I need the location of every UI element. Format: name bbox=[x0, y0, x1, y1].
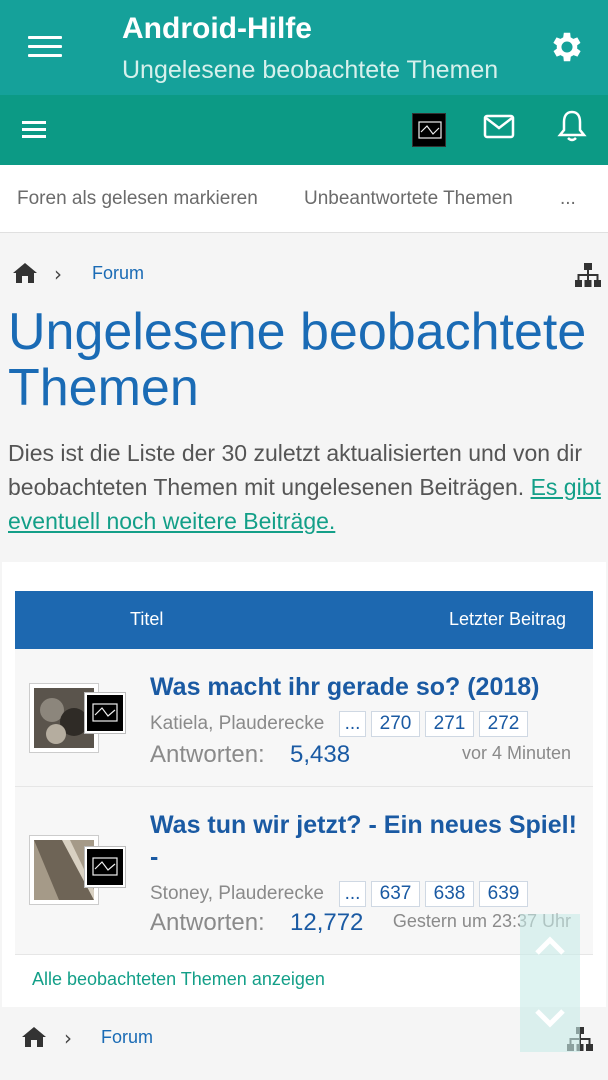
app-bar: Android-Hilfe Ungelesene beobachtete The… bbox=[0, 0, 608, 95]
app-title: Android-Hilfe bbox=[122, 12, 312, 45]
app-subtitle: Ungelesene beobachtete Themen bbox=[122, 56, 499, 84]
last-post-time[interactable]: vor 4 Minuten bbox=[462, 743, 571, 764]
thread-title-continuation[interactable]: - bbox=[150, 843, 158, 872]
thread-title[interactable]: Was tun wir jetzt? - Ein neues Spiel! bbox=[150, 811, 577, 840]
scroll-down-icon[interactable] bbox=[534, 1008, 566, 1030]
answers-label: Antworten: bbox=[150, 909, 265, 936]
nav-menu-button[interactable] bbox=[22, 117, 48, 141]
hamburger-line bbox=[22, 128, 46, 131]
hamburger-line bbox=[28, 36, 62, 39]
last-poster-avatar[interactable] bbox=[84, 846, 126, 888]
table-row: Was macht ihr gerade so? (2018) Katiela,… bbox=[15, 649, 593, 787]
hamburger-line bbox=[22, 135, 46, 138]
home-icon[interactable] bbox=[21, 1026, 47, 1048]
answers-count: 12,772 bbox=[290, 909, 364, 936]
hamburger-line bbox=[28, 54, 62, 57]
page-jump-button[interactable]: ... bbox=[339, 881, 366, 907]
page-link[interactable]: 639 bbox=[479, 881, 528, 907]
thread-meta: Stoney, Plauderecke bbox=[150, 883, 324, 904]
sitemap-icon[interactable] bbox=[574, 262, 602, 288]
last-poster-avatar[interactable] bbox=[84, 692, 126, 734]
answers-count: 5,438 bbox=[290, 741, 351, 768]
home-icon[interactable] bbox=[12, 262, 38, 284]
all-watched-threads-link[interactable]: Alle beobachteten Themen anzeigen bbox=[32, 969, 325, 990]
page-link[interactable]: 271 bbox=[425, 711, 474, 737]
answers-label: Antworten: bbox=[150, 741, 265, 768]
breadcrumb-forum[interactable]: Forum bbox=[101, 1027, 153, 1048]
user-avatar[interactable] bbox=[412, 113, 446, 147]
tab-mark-read[interactable]: Foren als gelesen markieren bbox=[17, 188, 258, 210]
table-row: Was tun wir jetzt? - Ein neues Spiel! - … bbox=[15, 787, 593, 955]
page-link[interactable]: 638 bbox=[425, 881, 474, 907]
column-last-post: Letzter Beitrag bbox=[448, 609, 566, 629]
menu-button[interactable] bbox=[28, 30, 68, 64]
table-header: Titel Letzter Beitrag bbox=[15, 591, 593, 649]
breadcrumb-forum[interactable]: Forum bbox=[92, 263, 144, 284]
scroll-controls bbox=[520, 914, 580, 1052]
site-navbar bbox=[0, 95, 608, 165]
breadcrumb: › Forum bbox=[0, 254, 608, 294]
hamburger-line bbox=[28, 45, 62, 48]
thread-meta: Katiela, Plauderecke bbox=[150, 713, 325, 734]
breadcrumb-separator: › bbox=[64, 1026, 72, 1050]
page-link[interactable]: 637 bbox=[371, 881, 420, 907]
page-link[interactable]: 270 bbox=[371, 711, 420, 737]
thread-title[interactable]: Was macht ihr gerade so? (2018) bbox=[150, 673, 539, 702]
page-title: Ungelesene beobachtete Themen bbox=[8, 303, 587, 417]
breadcrumb-separator: › bbox=[54, 262, 62, 286]
page-link[interactable]: 272 bbox=[479, 711, 528, 737]
gear-icon[interactable] bbox=[548, 28, 586, 66]
hamburger-line bbox=[22, 121, 46, 124]
page-description: Dies ist die Liste der 30 zuletzt aktual… bbox=[8, 436, 608, 538]
bell-icon[interactable] bbox=[556, 109, 588, 143]
envelope-icon[interactable] bbox=[483, 113, 515, 141]
tab-unanswered[interactable]: Unbeantwortete Themen bbox=[304, 188, 513, 210]
tab-more[interactable]: ... bbox=[560, 188, 576, 210]
tab-strip: Foren als gelesen markieren Unbeantworte… bbox=[0, 165, 608, 233]
scroll-up-icon[interactable] bbox=[534, 934, 566, 956]
column-title: Titel bbox=[130, 609, 164, 629]
page-jump-button[interactable]: ... bbox=[339, 711, 366, 737]
breadcrumb-bottom: › Forum bbox=[0, 1018, 608, 1058]
description-text: Dies ist die Liste der 30 zuletzt aktual… bbox=[8, 440, 583, 500]
